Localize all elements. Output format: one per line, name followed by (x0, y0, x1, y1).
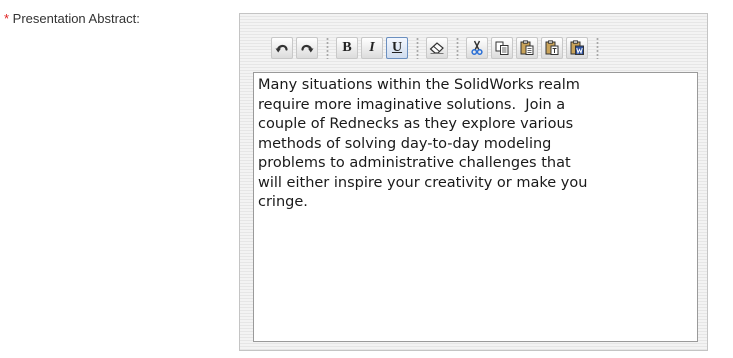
paste-from-word-button[interactable] (566, 36, 588, 59)
abstract-text-area[interactable]: Many situations within the SolidWorks re… (253, 72, 698, 342)
clear-format-group (426, 36, 451, 59)
cut-button[interactable] (466, 36, 488, 59)
cut-icon (471, 40, 483, 55)
undo-button[interactable] (271, 36, 293, 59)
paste-word-icon (570, 40, 584, 55)
italic-icon: I (369, 39, 375, 55)
paste-icon (520, 40, 534, 55)
paste-text-icon (545, 40, 559, 55)
toolbar-separator (456, 36, 459, 59)
toolbar-separator (596, 36, 599, 59)
editor-toolbar: B I U (265, 34, 606, 61)
paste-text-button[interactable] (541, 36, 563, 59)
undo-icon (275, 42, 289, 54)
clipboard-group (466, 36, 591, 59)
redo-icon (300, 42, 314, 54)
presentation-abstract-label: * Presentation Abstract: (4, 11, 140, 26)
toolbar-separator (326, 36, 329, 59)
field-label-text: Presentation Abstract: (9, 11, 140, 26)
bold-button[interactable]: B (336, 36, 358, 59)
remove-format-button[interactable] (426, 36, 448, 59)
format-group: B I U (336, 36, 411, 59)
paste-button[interactable] (516, 36, 538, 59)
underline-button[interactable]: U (386, 36, 408, 59)
history-group (271, 36, 321, 59)
copy-icon (495, 41, 509, 55)
toolbar-separator (416, 36, 419, 59)
italic-button[interactable]: I (361, 36, 383, 59)
copy-button[interactable] (491, 36, 513, 59)
bold-icon: B (342, 39, 352, 55)
redo-button[interactable] (296, 36, 318, 59)
underline-icon: U (391, 39, 403, 55)
rich-text-editor: B I U Many situations within the SolidWo… (239, 13, 708, 351)
eraser-icon (429, 41, 445, 54)
